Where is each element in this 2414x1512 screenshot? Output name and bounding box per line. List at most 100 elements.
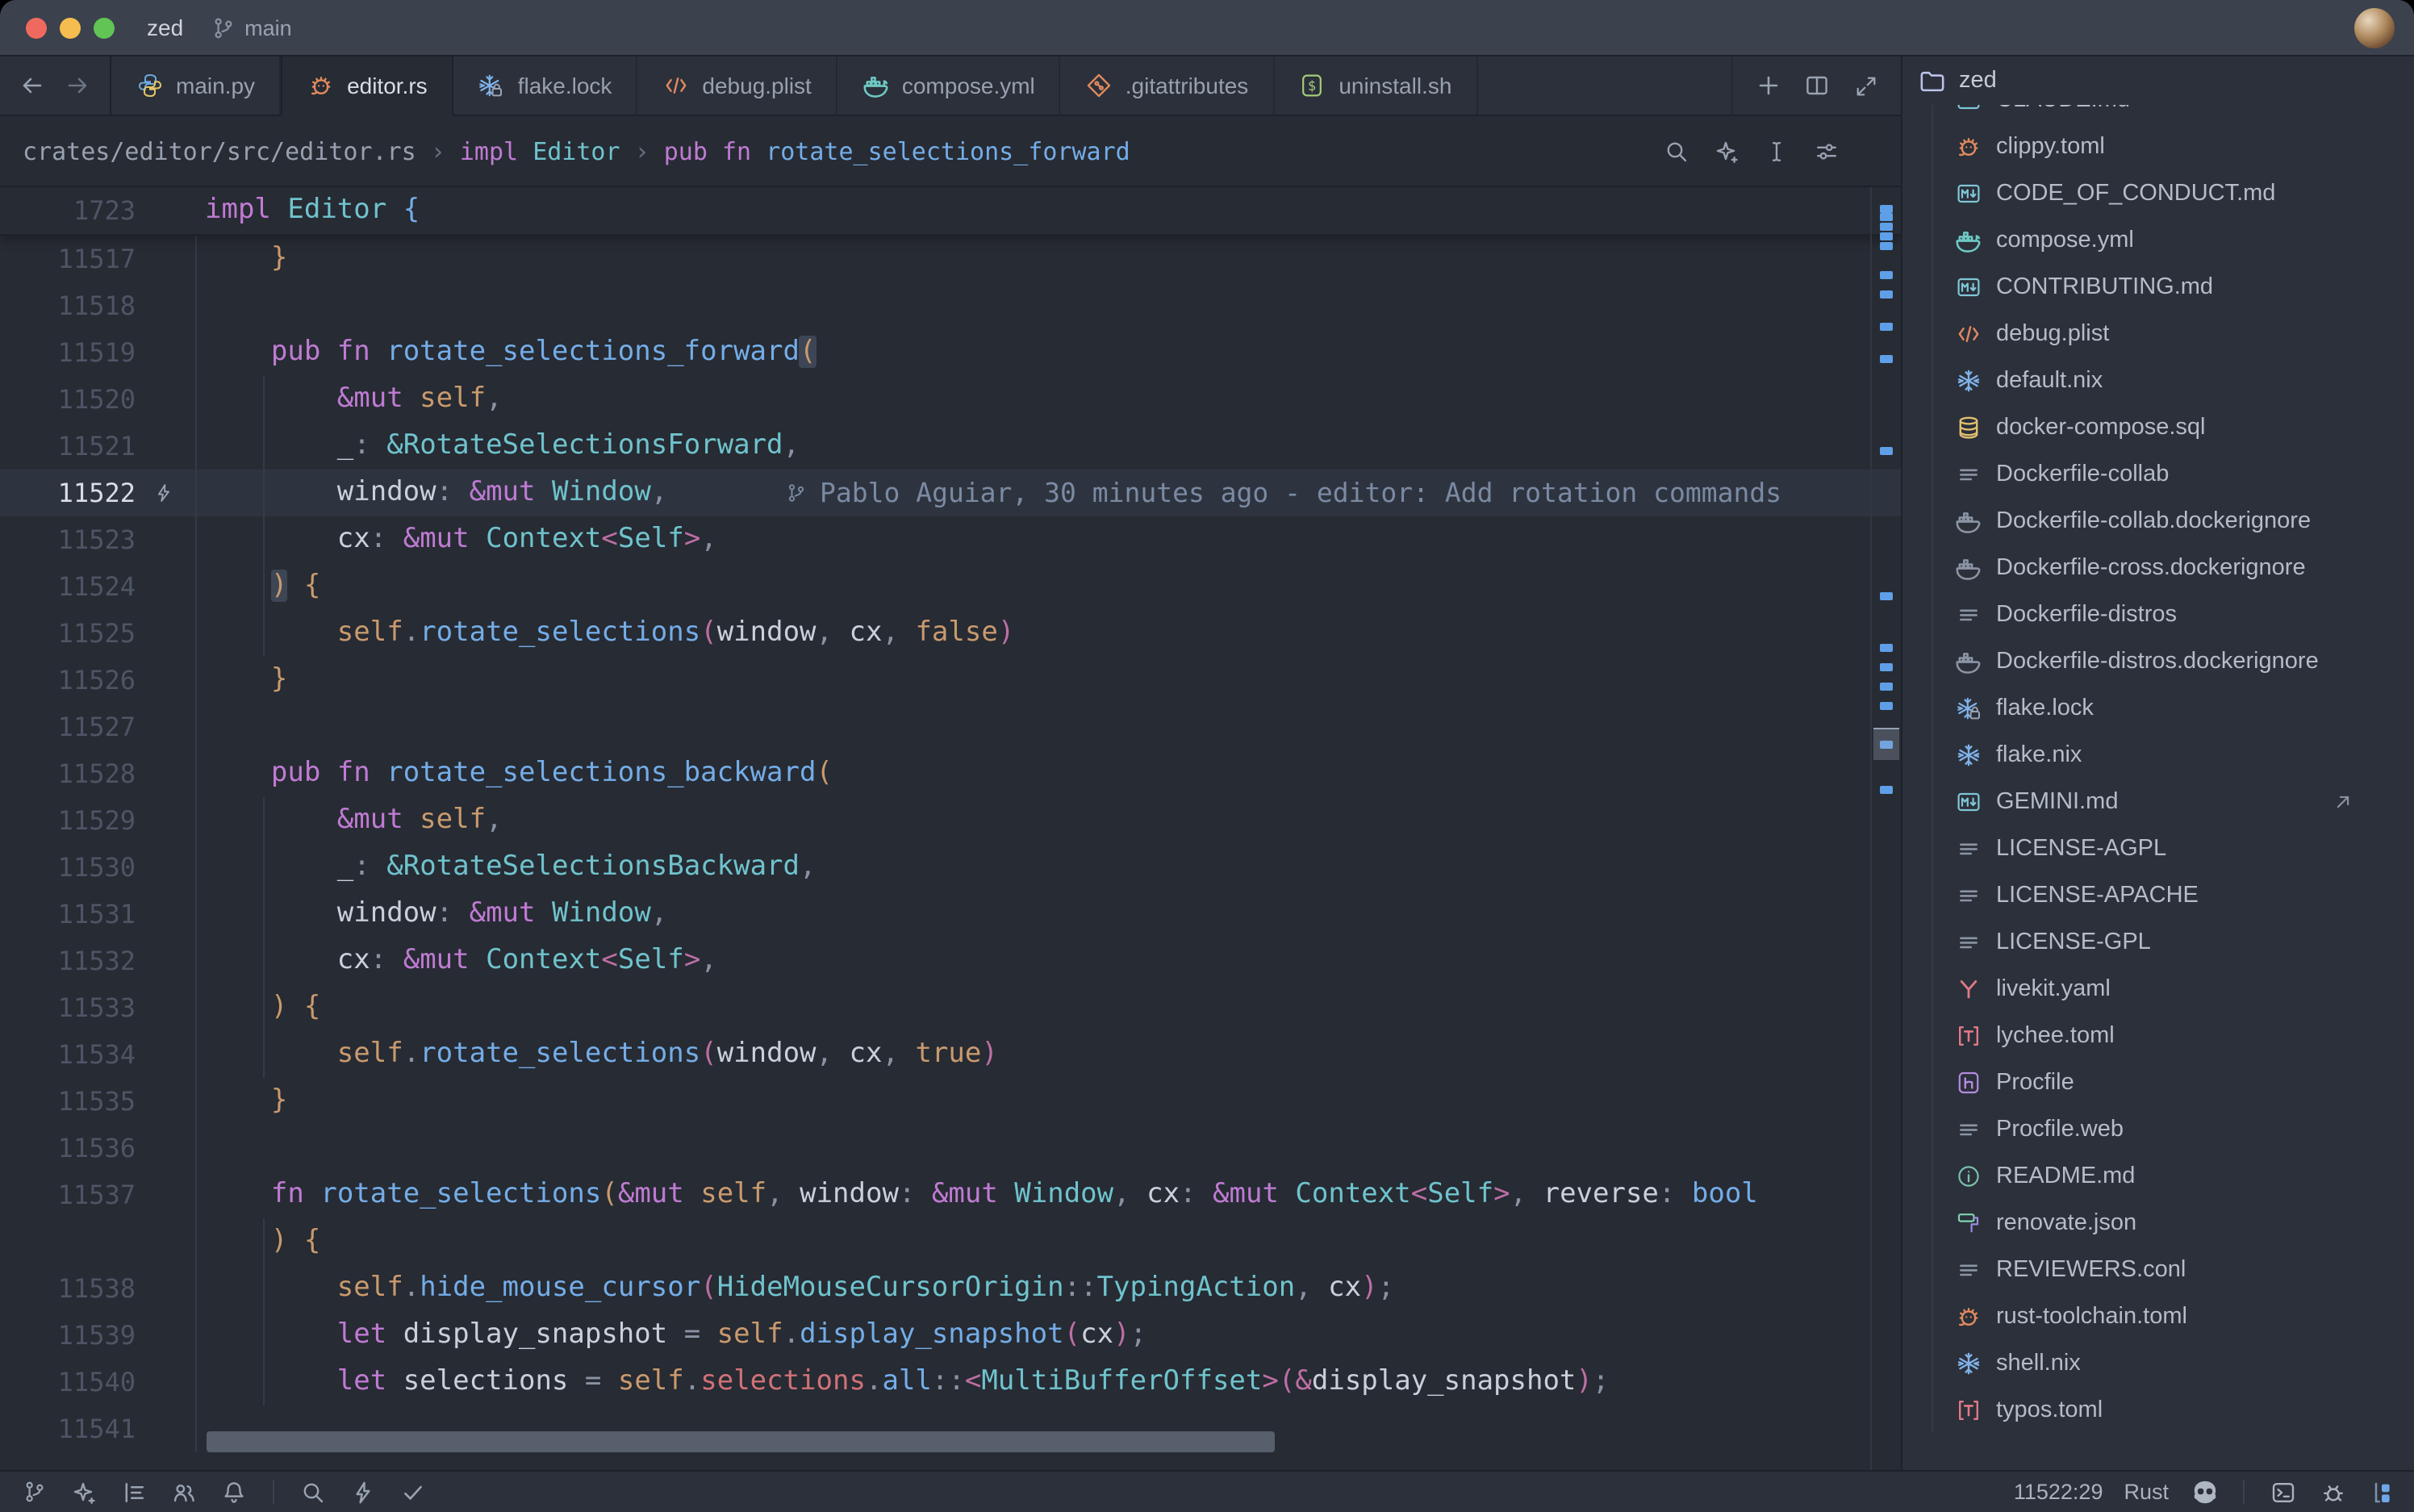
collaboration-button[interactable] <box>169 1477 198 1506</box>
code-line-11519[interactable]: 11519 pub fn rotate_selections_forward( <box>0 329 1901 376</box>
code-line-11540[interactable]: 11540 let selections = self.selections.a… <box>0 1359 1901 1405</box>
code-line-11538[interactable]: 11538 self.hide_mouse_cursor(HideMouseCu… <box>0 1265 1901 1312</box>
code-line-11520[interactable]: 11520 &mut self, <box>0 376 1901 423</box>
sparkles-button[interactable] <box>69 1477 98 1506</box>
sparkles-button[interactable] <box>1710 135 1743 167</box>
tab-.gitattributes[interactable]: .gitattributes <box>1061 56 1275 116</box>
minimize-window-button[interactable] <box>60 17 81 38</box>
file-item-typos.toml[interactable]: typos.toml <box>1902 1387 2414 1434</box>
code-editor[interactable]: 1723 impl Editor { 11517 }1151811519 pub… <box>0 187 1901 1470</box>
new-tab-button[interactable] <box>1749 66 1788 105</box>
project-panel-button[interactable] <box>2369 1477 2398 1506</box>
file-item-livekit.yaml[interactable]: livekit.yaml <box>1902 966 2414 1013</box>
navigate-back-button[interactable] <box>13 66 52 105</box>
file-item-docker-compose.sql[interactable]: docker-compose.sql <box>1902 404 2414 451</box>
code-line-11517[interactable]: 11517 } <box>0 236 1901 282</box>
sticky-context-line[interactable]: 1723 impl Editor { <box>0 187 1901 236</box>
tab-main.py[interactable]: main.py <box>111 56 281 116</box>
code-line-wrap[interactable]: ) { <box>0 1218 1901 1265</box>
file-item-Dockerfile-distros[interactable]: Dockerfile-distros <box>1902 591 2414 638</box>
code-line-11533[interactable]: 11533 ) { <box>0 984 1901 1031</box>
terminal-button[interactable] <box>2269 1477 2298 1506</box>
code-line-11528[interactable]: 11528 pub fn rotate_selections_backward( <box>0 750 1901 797</box>
file-item-README.md[interactable]: README.md <box>1902 1153 2414 1200</box>
code-line-11525[interactable]: 11525 self.rotate_selections(window, cx,… <box>0 610 1901 657</box>
code-line-11534[interactable]: 11534 self.rotate_selections(window, cx,… <box>0 1031 1901 1078</box>
code-line-11524[interactable]: 11524 ) { <box>0 563 1901 610</box>
file-item-shell.nix[interactable]: shell.nix <box>1902 1340 2414 1387</box>
copilot-button[interactable] <box>2190 1477 2219 1506</box>
tab-editor.rs[interactable]: editor.rs <box>281 56 453 116</box>
language-selector[interactable]: Rust <box>2124 1480 2169 1504</box>
code-line-11539[interactable]: 11539 let display_snapshot = self.displa… <box>0 1312 1901 1359</box>
tab-flake.lock[interactable]: flake.lock <box>453 56 638 116</box>
file-item-Procfile[interactable]: Procfile <box>1902 1059 2414 1106</box>
file-item-LICENSE-AGPL[interactable]: LICENSE-AGPL <box>1902 825 2414 872</box>
project-root[interactable]: zed <box>1902 56 2414 105</box>
tab-uninstall.sh[interactable]: $uninstall.sh <box>1274 56 1477 116</box>
file-item-clippy.toml[interactable]: clippy.toml <box>1902 123 2414 170</box>
inline-git-blame[interactable]: Pablo Aguiar, 30 minutes ago - editor: A… <box>786 470 1781 516</box>
file-item-Dockerfile-cross.dockerignore[interactable]: Dockerfile-cross.dockerignore <box>1902 545 2414 591</box>
horizontal-scrollbar-thumb[interactable] <box>207 1431 1275 1452</box>
code-line-11518[interactable]: 11518 <box>0 282 1901 329</box>
code-line-11530[interactable]: 11530 _: &RotateSelectionsBackward, <box>0 844 1901 891</box>
code-line-11532[interactable]: 11532 cx: &mut Context<Self>, <box>0 938 1901 984</box>
code-line-11522[interactable]: 11522 window: &mut Window,Pablo Aguiar, … <box>0 470 1901 516</box>
code-line-11535[interactable]: 11535 } <box>0 1078 1901 1125</box>
tasks-button[interactable] <box>399 1477 428 1506</box>
code-action-icon[interactable] <box>150 479 178 507</box>
file-item-GEMINI.md[interactable]: GEMINI.md <box>1902 779 2414 825</box>
code-line-11521[interactable]: 11521 _: &RotateSelectionsForward, <box>0 423 1901 470</box>
tab-compose.yml[interactable]: compose.yml <box>837 56 1061 116</box>
close-window-button[interactable] <box>26 17 47 38</box>
file-item-Procfile.web[interactable]: Procfile.web <box>1902 1106 2414 1153</box>
git-branch-button[interactable] <box>19 1477 48 1506</box>
code-line-11529[interactable]: 11529 &mut self, <box>0 797 1901 844</box>
search-button[interactable] <box>1660 135 1693 167</box>
file-item-renovate.json[interactable]: renovate.json <box>1902 1200 2414 1247</box>
file-item-LICENSE-GPL[interactable]: LICENSE-GPL <box>1902 919 2414 966</box>
file-item-default.nix[interactable]: default.nix <box>1902 357 2414 404</box>
avatar[interactable] <box>2354 7 2395 48</box>
cursor-position[interactable]: 11522:29 <box>2014 1480 2103 1504</box>
code-line-11531[interactable]: 11531 window: &mut Window, <box>0 891 1901 938</box>
code-line-11527[interactable]: 11527 <box>0 704 1901 750</box>
diagnostics-button[interactable] <box>349 1477 378 1506</box>
git-branch-selector[interactable]: main <box>209 14 292 41</box>
code-icon <box>1954 320 1982 348</box>
notifications-button[interactable] <box>219 1477 248 1506</box>
file-name: REVIEWERS.conl <box>1996 1257 2186 1283</box>
file-item-rust-toolchain.toml[interactable]: rust-toolchain.toml <box>1902 1293 2414 1340</box>
code-line-11526[interactable]: 11526 } <box>0 657 1901 704</box>
code-line-11537[interactable]: 11537 fn rotate_selections(&mut self, wi… <box>0 1172 1901 1218</box>
tab-debug.plist[interactable]: debug.plist <box>637 56 837 116</box>
file-item-compose.yml[interactable]: compose.yml <box>1902 217 2414 264</box>
file-item-flake.nix[interactable]: flake.nix <box>1902 732 2414 779</box>
code-line-11536[interactable]: 11536 <box>0 1125 1901 1172</box>
vertical-scrollbar-thumb[interactable] <box>1873 728 1899 760</box>
file-item-lychee.toml[interactable]: lychee.toml <box>1902 1013 2414 1059</box>
file-item-flake.lock[interactable]: flake.lock <box>1902 685 2414 732</box>
code-line-11523[interactable]: 11523 cx: &mut Context<Self>, <box>0 516 1901 563</box>
zoom-window-button[interactable] <box>94 17 115 38</box>
debugger-button[interactable] <box>2319 1477 2348 1506</box>
file-item-LICENSE-APACHE[interactable]: LICENSE-APACHE <box>1902 872 2414 919</box>
file-item-Dockerfile-collab.dockerignore[interactable]: Dockerfile-collab.dockerignore <box>1902 498 2414 545</box>
search-button[interactable] <box>299 1477 328 1506</box>
vertical-scrollbar[interactable] <box>1870 187 1901 1470</box>
ibeam-button[interactable] <box>1760 135 1793 167</box>
file-item-REVIEWERS.conl[interactable]: REVIEWERS.conl <box>1902 1247 2414 1293</box>
file-item-Dockerfile-distros.dockerignore[interactable]: Dockerfile-distros.dockerignore <box>1902 638 2414 685</box>
breadcrumb[interactable]: crates/editor/src/editor.rs › impl Edito… <box>23 136 1130 165</box>
split-pane-button[interactable] <box>1798 66 1836 105</box>
file-item-CONTRIBUTING.md[interactable]: CONTRIBUTING.md <box>1902 264 2414 311</box>
navigate-forward-button[interactable] <box>58 66 97 105</box>
sliders-button[interactable] <box>1810 135 1843 167</box>
expand-button[interactable] <box>1846 66 1885 105</box>
outline-button[interactable] <box>119 1477 148 1506</box>
file-item-Dockerfile-collab[interactable]: Dockerfile-collab <box>1902 451 2414 498</box>
file-item-debug.plist[interactable]: debug.plist <box>1902 311 2414 357</box>
line-number: 11524 <box>0 563 136 610</box>
file-item-CODE_OF_CONDUCT.md[interactable]: CODE_OF_CONDUCT.md <box>1902 170 2414 217</box>
